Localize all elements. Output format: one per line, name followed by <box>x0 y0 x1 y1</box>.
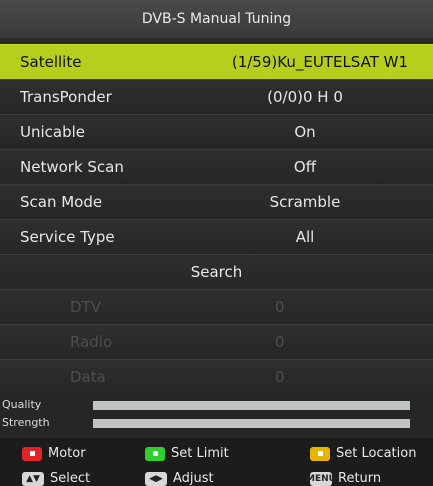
dtv-label: DTV <box>70 298 101 316</box>
strength-label: Strength <box>2 416 50 429</box>
adjust-label: Adjust <box>173 471 214 486</box>
manual-tuning-panel: DVB-S Manual Tuning Satellite (1/59)Ku_E… <box>0 0 433 486</box>
quality-meter: Quality <box>0 396 433 414</box>
select-label: Select <box>50 471 91 486</box>
red-key-icon <box>22 446 42 461</box>
radio-value: 0 <box>275 333 285 351</box>
green-key-icon <box>145 446 165 461</box>
data-value: 0 <box>275 368 285 386</box>
service-type-value: All <box>295 228 315 246</box>
satellite-value: (1/59)Ku_EUTELSAT W1 <box>231 53 408 71</box>
quality-bar <box>93 401 410 410</box>
unicable-value: On <box>294 123 316 141</box>
motor-label: Motor <box>48 446 86 461</box>
strength-meter: Strength <box>0 414 433 432</box>
radio-count-row: Radio 0 <box>0 324 433 359</box>
quality-label: Quality <box>2 398 42 411</box>
scan-mode-row[interactable]: Scan Mode Scramble <box>0 184 433 219</box>
return-label: Return <box>338 471 382 486</box>
menu-key-icon: MENU <box>306 471 336 486</box>
return-hint[interactable]: MENU Return <box>306 471 382 486</box>
motor-hint[interactable]: Motor <box>22 446 86 461</box>
scan-mode-label: Scan Mode <box>20 193 103 211</box>
service-type-row[interactable]: Service Type All <box>0 219 433 254</box>
set-location-hint[interactable]: Set Location <box>310 446 416 461</box>
dtv-count-row: DTV 0 <box>0 289 433 324</box>
data-label: Data <box>70 368 106 386</box>
strength-bar <box>93 419 410 428</box>
set-limit-hint[interactable]: Set Limit <box>145 446 229 461</box>
up-down-arrows-icon: ▲▼ <box>22 471 44 486</box>
dtv-value: 0 <box>275 298 285 316</box>
network-scan-row[interactable]: Network Scan Off <box>0 149 433 184</box>
unicable-label: Unicable <box>20 123 86 141</box>
satellite-row[interactable]: Satellite (1/59)Ku_EUTELSAT W1 <box>0 44 433 79</box>
set-limit-label: Set Limit <box>171 446 229 461</box>
select-hint: ▲▼ Select <box>22 471 90 486</box>
transponder-row[interactable]: TransPonder (0/0)0 H 0 <box>0 79 433 114</box>
data-count-row: Data 0 <box>0 359 433 394</box>
adjust-hint: ◀▶ Adjust <box>145 471 214 486</box>
satellite-label: Satellite <box>20 53 82 71</box>
network-scan-label: Network Scan <box>20 158 124 176</box>
quality-track <box>93 401 410 410</box>
settings-list: Satellite (1/59)Ku_EUTELSAT W1 TransPond… <box>0 44 433 394</box>
set-location-label: Set Location <box>336 446 417 461</box>
left-right-arrows-icon: ◀▶ <box>145 471 167 486</box>
scan-mode-value: Scramble <box>269 193 341 211</box>
transponder-value: (0/0)0 H 0 <box>267 88 343 106</box>
service-type-label: Service Type <box>20 228 115 246</box>
radio-label: Radio <box>70 333 113 351</box>
unicable-row[interactable]: Unicable On <box>0 114 433 149</box>
strength-track <box>93 419 410 428</box>
dialog-title: DVB-S Manual Tuning <box>0 0 433 38</box>
search-button[interactable]: Search <box>0 254 433 289</box>
key-legend: Motor Set Limit Set Location ▲▼ Select ◀… <box>0 438 433 486</box>
yellow-key-icon <box>310 446 330 461</box>
network-scan-value: Off <box>293 158 317 176</box>
signal-meters: Quality Strength <box>0 393 433 435</box>
transponder-label: TransPonder <box>20 88 112 106</box>
